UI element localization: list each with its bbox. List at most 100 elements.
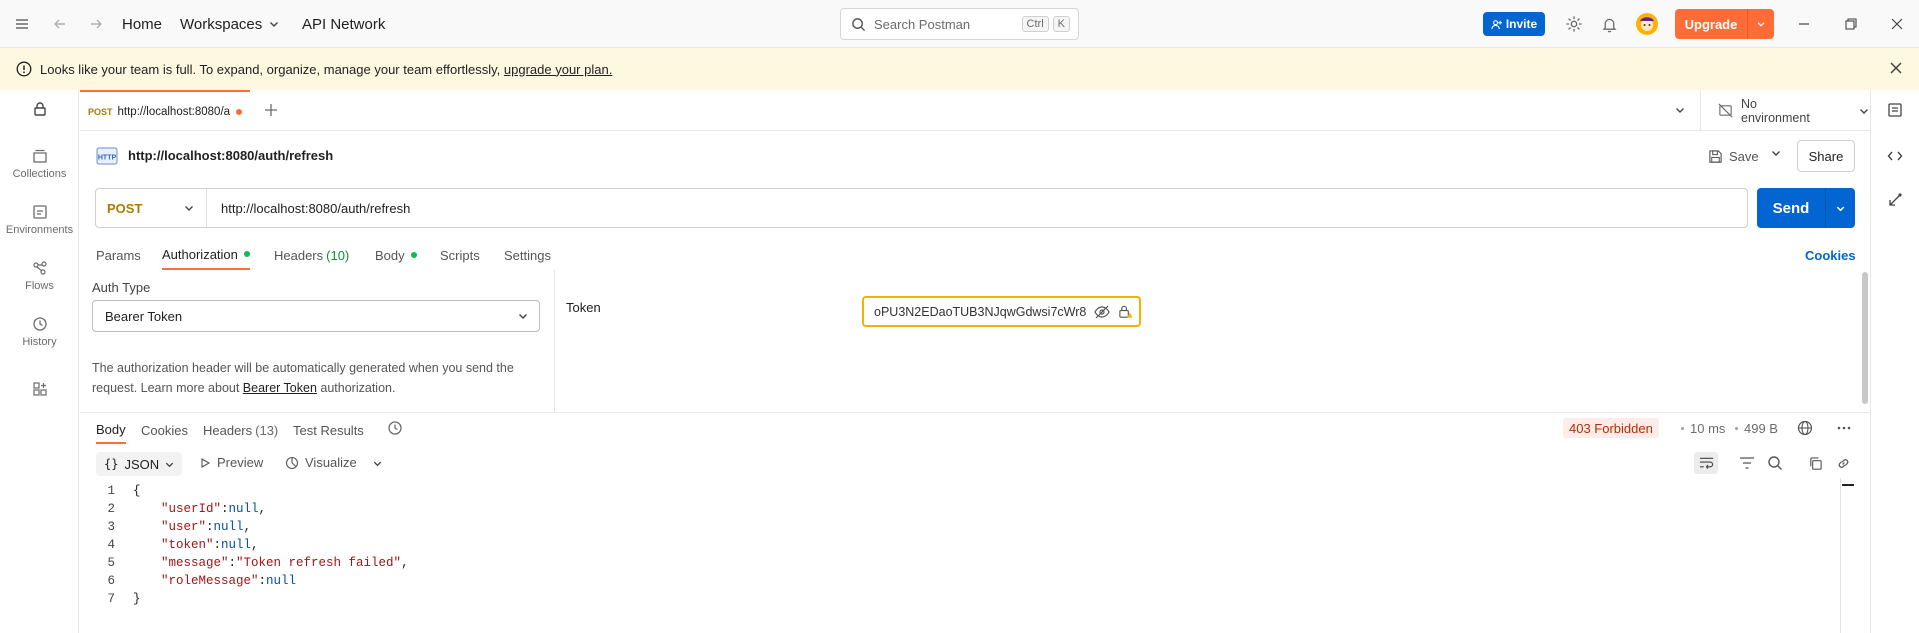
request-response-divider[interactable]: [80, 412, 1870, 413]
environment-quick-look-icon[interactable]: [1887, 102, 1903, 118]
code-scroll-track: [1840, 478, 1841, 633]
link-icon[interactable]: [1836, 456, 1851, 471]
related-collections-icon[interactable]: [1887, 192, 1903, 208]
status-badge[interactable]: 403 Forbidden: [1563, 418, 1659, 438]
upgrade-plan-link[interactable]: upgrade your plan.: [504, 62, 612, 77]
send-button[interactable]: Send: [1757, 188, 1855, 228]
settings-gear-icon[interactable]: [1565, 0, 1583, 48]
sidebar-item-history[interactable]: History: [0, 312, 79, 348]
share-button[interactable]: Share: [1797, 140, 1855, 172]
auth-type-value: Bearer Token: [105, 308, 183, 324]
close-window-icon[interactable]: [1890, 0, 1904, 48]
save-button[interactable]: Save: [1708, 143, 1759, 169]
response-time[interactable]: 10 ms: [1690, 418, 1725, 438]
request-title[interactable]: http://localhost:8080/auth/refresh: [128, 148, 333, 163]
new-tab-plus-icon[interactable]: [264, 103, 278, 117]
visualize-options-chevron-icon[interactable]: [372, 458, 383, 469]
tab-body-label: Body: [375, 247, 405, 263]
json-key: "userId": [161, 502, 222, 516]
search-box[interactable]: Search Postman Ctrl K: [840, 8, 1079, 40]
avatar[interactable]: [1635, 0, 1659, 48]
tab-params[interactable]: Params: [96, 240, 141, 270]
chevron-down-icon[interactable]: [1748, 19, 1774, 29]
cookies-link[interactable]: Cookies: [1805, 240, 1856, 270]
send-label: Send: [1772, 199, 1810, 217]
kbd-k: K: [1052, 16, 1070, 32]
json-value: null: [221, 538, 252, 552]
response-tab-cookies[interactable]: Cookies: [141, 416, 188, 444]
invite-label: Invite: [1505, 17, 1538, 31]
copy-icon[interactable]: [1808, 456, 1823, 471]
restore-window-icon[interactable]: [1844, 0, 1858, 48]
tab-authorization-label: Authorization: [162, 246, 238, 262]
forward-arrow-icon[interactable]: [88, 0, 104, 48]
invite-button[interactable]: Invite: [1483, 12, 1545, 36]
json-key: "message": [161, 556, 229, 570]
back-arrow-icon[interactable]: [52, 0, 68, 48]
response-size[interactable]: 499 B: [1744, 418, 1778, 438]
response-body-code[interactable]: 1{ 2 "userId": null, 3 "user": null, 4 "tok…: [95, 482, 1840, 608]
search-icon[interactable]: [1767, 455, 1783, 471]
response-history-icon[interactable]: [387, 420, 403, 436]
json-colon: :: [213, 538, 222, 552]
svg-text:HTTP: HTTP: [98, 155, 117, 162]
code-line: 1{: [95, 482, 1840, 500]
json-colon: :: [206, 520, 214, 534]
chevron-down-icon[interactable]: [1826, 203, 1855, 214]
sidebar-item-environments[interactable]: Environments: [0, 200, 79, 236]
wrap-lines-icon[interactable]: [1694, 452, 1718, 474]
network-globe-icon[interactable]: [1797, 420, 1813, 436]
url-input[interactable]: http://localhost:8080/auth/refresh: [221, 201, 1747, 216]
hide-token-eye-icon[interactable]: [1094, 305, 1110, 319]
tab-body[interactable]: Body: [375, 240, 417, 270]
chevron-down-icon: [268, 18, 280, 30]
response-tab-test-results[interactable]: Test Results: [293, 416, 364, 444]
tab-request-active[interactable]: POST http://localhost:8080/a: [80, 90, 250, 131]
auth-type-select[interactable]: Bearer Token: [92, 300, 540, 332]
line-number: 1: [107, 484, 115, 498]
code-icon[interactable]: [1887, 148, 1903, 164]
response-tab-headers[interactable]: Headers (13): [203, 416, 278, 444]
nav-api-network[interactable]: API Network: [302, 0, 385, 48]
play-icon: [199, 457, 211, 469]
sidebar-item-label: Collections: [12, 168, 67, 180]
upgrade-label: Upgrade: [1684, 16, 1738, 32]
code-line: 3 "user": null,: [95, 518, 1840, 536]
sidebar-item-flows[interactable]: Flows: [0, 256, 79, 292]
response-tab-body[interactable]: Body: [96, 416, 126, 444]
close-banner-icon[interactable]: [1889, 61, 1903, 75]
line-number: 7: [107, 592, 115, 606]
visualize-button[interactable]: Visualize: [285, 455, 357, 470]
format-selector[interactable]: {} JSON: [96, 452, 182, 476]
notification-bell-icon[interactable]: [1601, 0, 1618, 48]
nav-workspaces[interactable]: Workspaces: [180, 0, 280, 48]
environment-selector[interactable]: No environment: [1718, 90, 1870, 131]
minimize-window-icon[interactable]: [1797, 0, 1811, 48]
filter-icon[interactable]: [1739, 456, 1755, 470]
banner-message: Looks like your team is full. To expand,…: [40, 62, 612, 77]
vault-lock-warning-icon[interactable]: [1118, 304, 1133, 319]
code-line: 2 "userId": null,: [95, 500, 1840, 518]
method-selector[interactable]: POST: [96, 189, 207, 227]
hamburger-menu-icon[interactable]: [14, 0, 30, 48]
meta-separator-dot: [1735, 427, 1738, 430]
sidebar-item-collections[interactable]: Collections: [0, 144, 79, 180]
code-scroll-marker[interactable]: [1842, 484, 1854, 486]
save-options-chevron-icon[interactable]: [1770, 147, 1782, 159]
chevron-down-icon: [1858, 105, 1870, 117]
nav-home[interactable]: Home: [122, 0, 162, 48]
preview-button[interactable]: Preview: [199, 455, 263, 470]
tabs-overflow-chevron-icon[interactable]: [1674, 104, 1686, 116]
upgrade-button[interactable]: Upgrade: [1675, 9, 1774, 39]
tab-headers[interactable]: Headers (10): [274, 240, 349, 270]
bearer-token-link[interactable]: Bearer Token: [243, 381, 317, 395]
token-field[interactable]: oPU3N2EDaoTUB3NJqwGdwsi7cWr8: [862, 296, 1141, 327]
configure-sidebar-icon[interactable]: [0, 381, 79, 397]
tab-scripts[interactable]: Scripts: [440, 240, 480, 270]
environment-label: No environment: [1741, 96, 1810, 125]
tab-authorization[interactable]: Authorization: [162, 240, 250, 270]
lock-icon[interactable]: [0, 101, 79, 117]
vertical-scrollbar[interactable]: [1862, 272, 1868, 404]
more-options-icon[interactable]: [1836, 421, 1852, 435]
tab-settings[interactable]: Settings: [504, 240, 551, 270]
